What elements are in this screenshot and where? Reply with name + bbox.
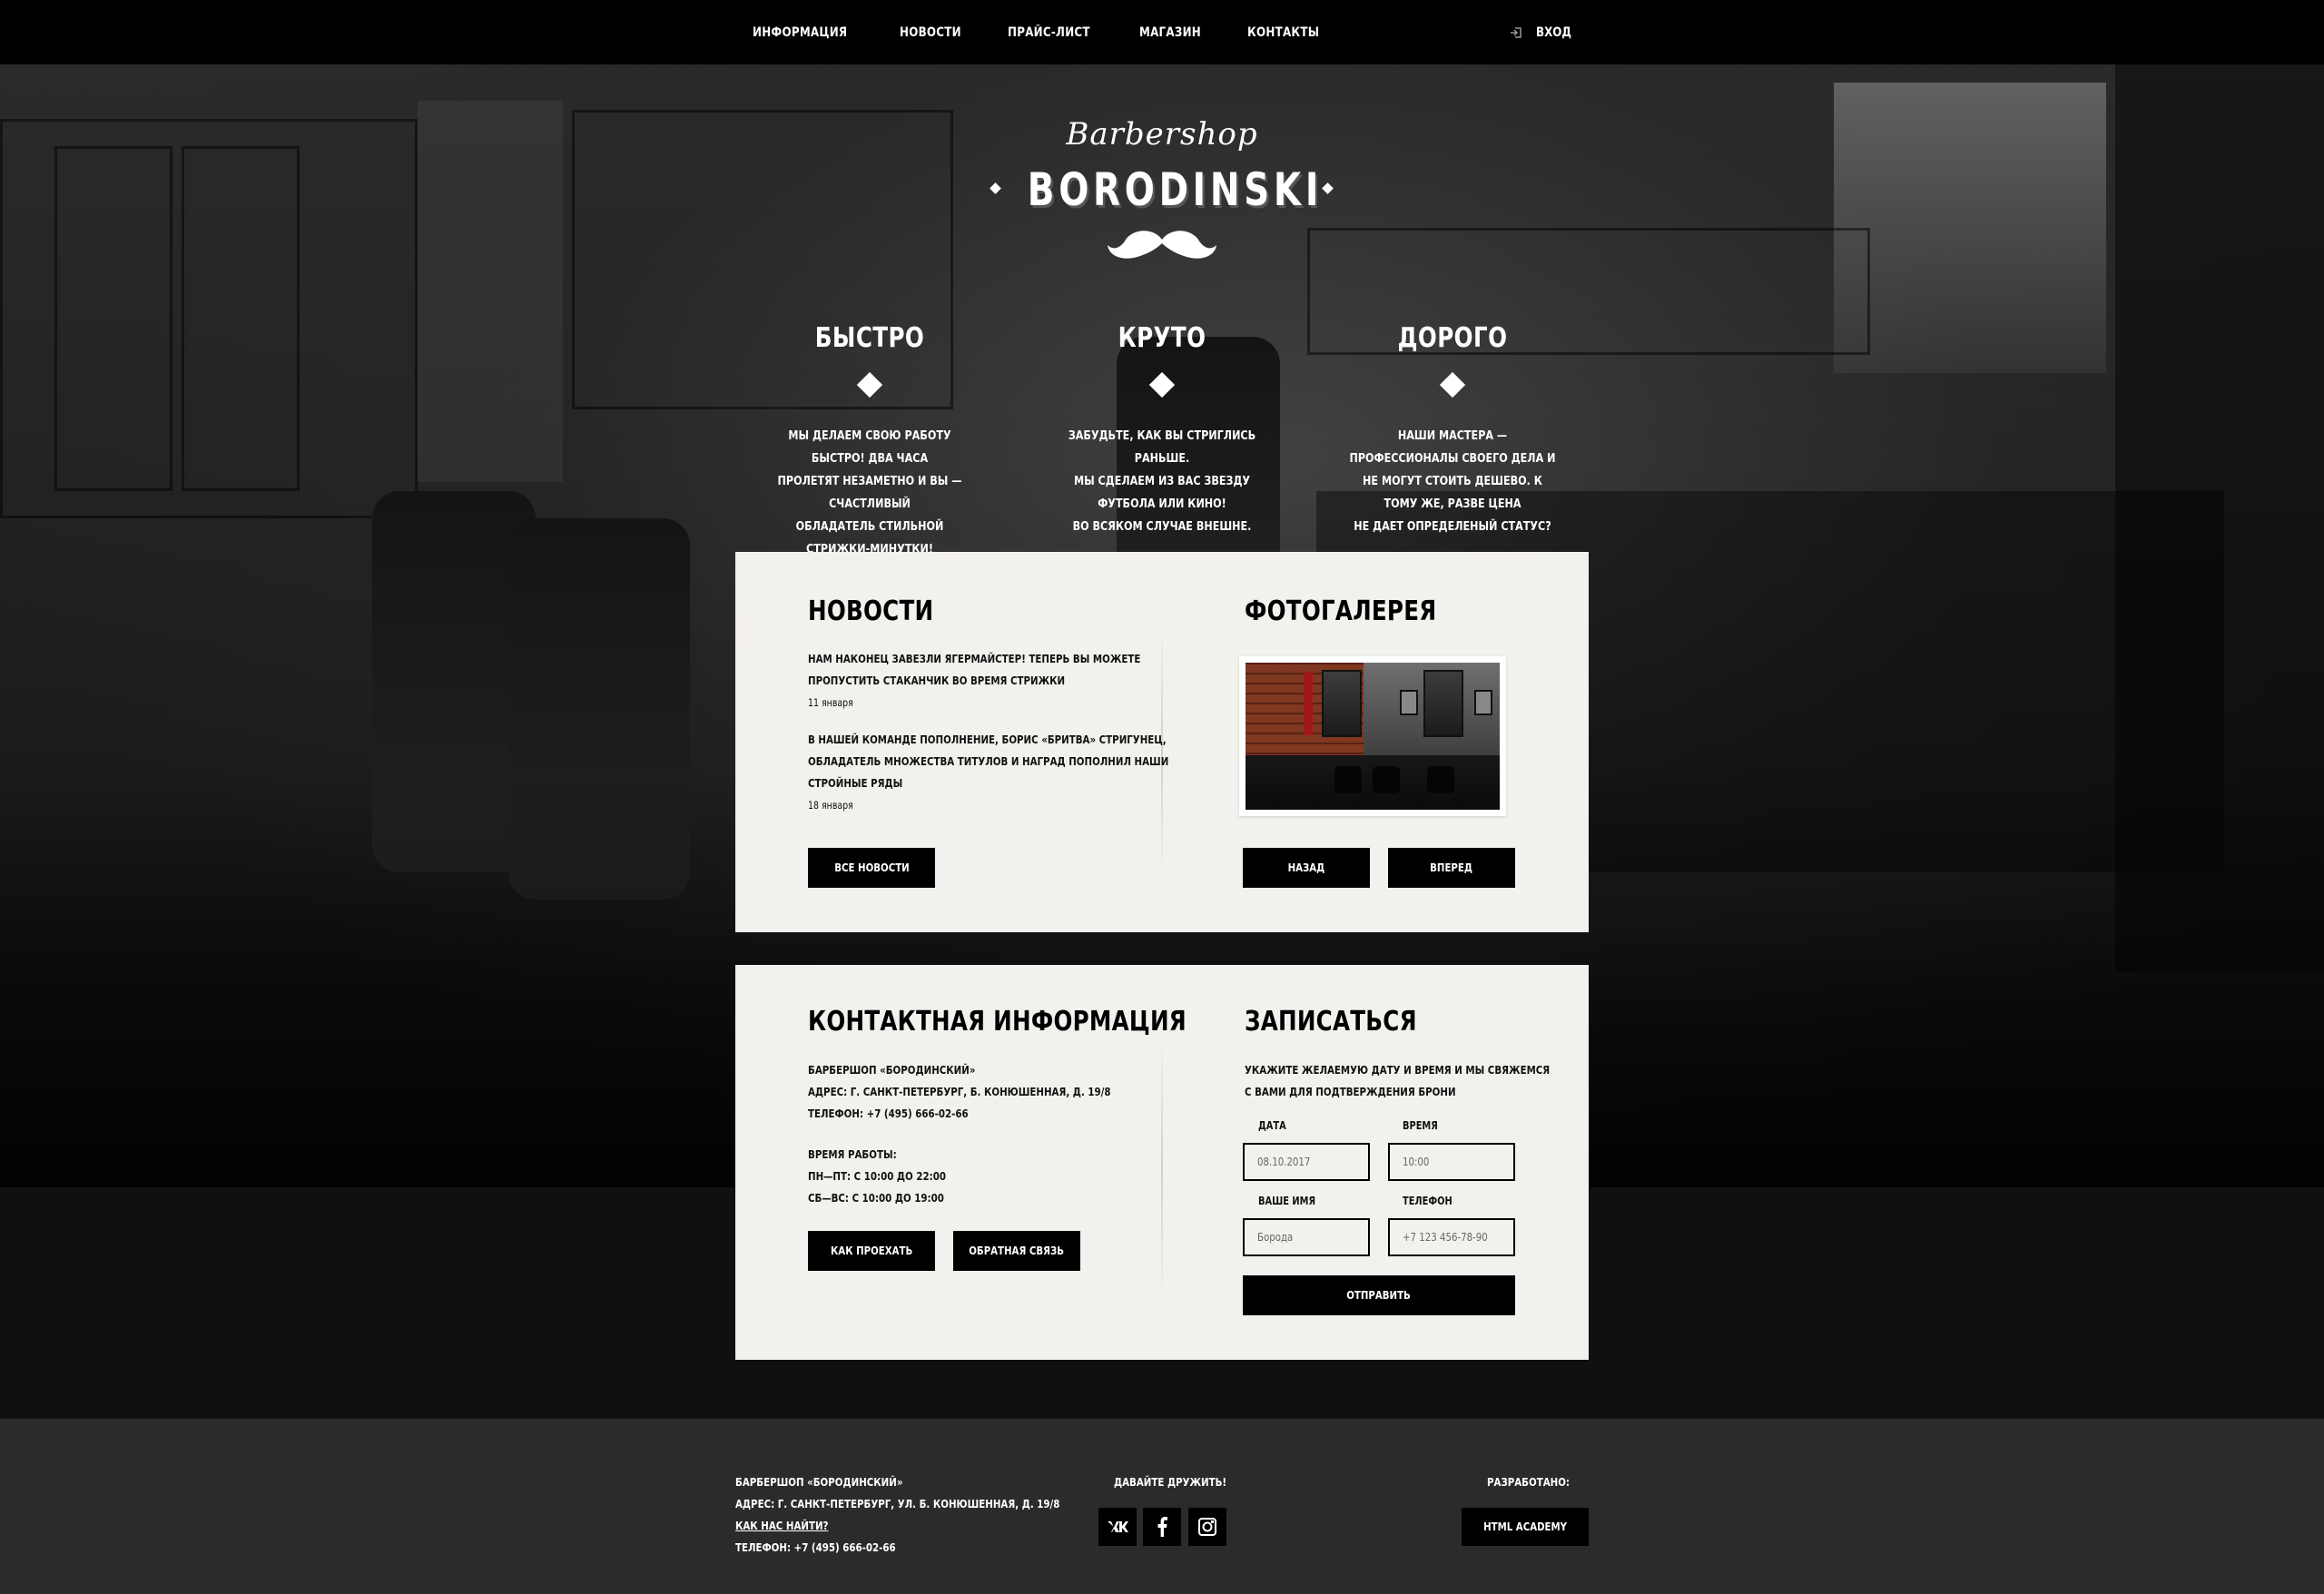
booking-title: ЗАПИСАТЬСЯ — [1245, 1006, 1417, 1038]
login-label: ВХОД — [1536, 25, 1571, 40]
instagram-icon[interactable] — [1188, 1508, 1226, 1546]
diamond-icon — [1439, 371, 1466, 398]
news-date: 11 января — [808, 696, 853, 709]
logo-dot-left — [990, 182, 1001, 194]
social-title: ДАВАЙТЕ ДРУЖИТЬ! — [1114, 1475, 1227, 1489]
find-us-link[interactable]: КАК НАС НАЙТИ? — [735, 1519, 828, 1532]
footer — [0, 1419, 2324, 1594]
nav-item-shop[interactable]: МАГАЗИН — [1139, 25, 1201, 40]
main-nav: ИНФОРМАЦИЯ НОВОСТИ ПРАЙС-ЛИСТ МАГАЗИН КО… — [753, 0, 1368, 64]
news-date: 18 января — [808, 799, 853, 812]
diamond-icon — [856, 371, 883, 398]
news-item[interactable]: В НАШЕЙ КОМАНДЕ ПОПОЛНЕНИЕ, БОРИС «БРИТВ… — [808, 729, 1168, 816]
feature-cool: КРУТО ЗАБУДЬТЕ, КАК ВЫ СТРИГЛИСЬ РАНЬШЕ.… — [1039, 322, 1285, 538]
vk-icon[interactable] — [1098, 1508, 1137, 1546]
logo-brand: BORODINSKI — [1027, 163, 1324, 216]
contacts-info: БАРБЕРШОП «БОРОДИНСКИЙ» АДРЕС: Г. САНКТ-… — [808, 1063, 1111, 1120]
time-label: ВРЕМЯ — [1403, 1119, 1438, 1132]
nav-item-pricelist[interactable]: ПРАЙС-ЛИСТ — [1008, 25, 1090, 40]
html-academy-button[interactable]: HTML ACADEMY — [1462, 1508, 1589, 1546]
feature-fast: БЫСТРО МЫ ДЕЛАЕМ СВОЮ РАБОТУ БЫСТРО! ДВА… — [747, 322, 992, 561]
login-icon — [1511, 26, 1521, 38]
site-logo[interactable]: Barbershop BORODINSKI — [990, 109, 1334, 272]
route-button[interactable]: КАК ПРОЕХАТЬ — [808, 1231, 935, 1271]
nav-item-contacts[interactable]: КОНТАКТЫ — [1247, 25, 1319, 40]
feature-title: ДОРОГО — [1397, 322, 1508, 354]
phone-field[interactable]: +7 123 456-78-90 — [1388, 1218, 1515, 1256]
news-gallery-card: НОВОСТИ НАМ НАКОНЕЦ ЗАВЕЗЛИ ЯГЕРМАЙСТЕР!… — [735, 552, 1589, 932]
contacts-title: КОНТАКТНАЯ ИНФОРМАЦИЯ — [808, 1006, 1187, 1038]
gallery-next-button[interactable]: ВПЕРЕД — [1388, 848, 1515, 888]
mustache-icon — [1108, 231, 1216, 259]
gallery-title: ФОТОГАЛЕРЕЯ — [1245, 595, 1437, 627]
booking-description: УКАЖИТЕ ЖЕЛАЕМУЮ ДАТУ И ВРЕМЯ И МЫ СВЯЖЕ… — [1245, 1063, 1551, 1098]
facebook-icon[interactable] — [1143, 1508, 1181, 1546]
name-field[interactable]: Борода — [1243, 1218, 1370, 1256]
name-label: ВАШЕ ИМЯ — [1258, 1195, 1316, 1207]
phone-label: ТЕЛЕФОН — [1403, 1195, 1452, 1207]
working-hours: ВРЕМЯ РАБОТЫ: ПН—ПТ: С 10:00 ДО 22:00 СБ… — [808, 1147, 946, 1205]
feature-text: НАШИ МАСТЕРА — ПРОФЕССИОНАЛЫ СВОЕГО ДЕЛА… — [1349, 429, 1556, 534]
news-title: НОВОСТИ — [808, 595, 934, 627]
all-news-button[interactable]: ВСЕ НОВОСТИ — [808, 848, 935, 888]
nav-item-info[interactable]: ИНФОРМАЦИЯ — [753, 25, 847, 40]
news-item[interactable]: НАМ НАКОНЕЦ ЗАВЕЗЛИ ЯГЕРМАЙСТЕР! ТЕПЕРЬ … — [808, 648, 1140, 713]
contacts-booking-card: КОНТАКТНАЯ ИНФОРМАЦИЯ БАРБЕРШОП «БОРОДИН… — [735, 965, 1589, 1360]
feature-text: ЗАБУДЬТЕ, КАК ВЫ СТРИГЛИСЬ РАНЬШЕ. МЫ СД… — [1068, 429, 1256, 534]
feature-text: МЫ ДЕЛАЕМ СВОЮ РАБОТУ БЫСТРО! ДВА ЧАСА П… — [777, 429, 962, 556]
barbershop-photo — [1246, 663, 1500, 810]
top-navbar: ИНФОРМАЦИЯ НОВОСТИ ПРАЙС-ЛИСТ МАГАЗИН КО… — [0, 0, 2324, 64]
gallery-prev-button[interactable]: НАЗАД — [1243, 848, 1370, 888]
feature-expensive: ДОРОГО НАШИ МАСТЕРА — ПРОФЕССИОНАЛЫ СВОЕ… — [1330, 322, 1575, 538]
feedback-button[interactable]: ОБРАТНАЯ СВЯЗЬ — [953, 1231, 1080, 1271]
time-field[interactable]: 10:00 — [1388, 1143, 1515, 1181]
submit-button[interactable]: ОТПРАВИТЬ — [1243, 1275, 1515, 1315]
card-divider — [1161, 1038, 1163, 1301]
nav-item-news[interactable]: НОВОСТИ — [900, 25, 961, 40]
feature-title: БЫСТРО — [814, 322, 925, 354]
gallery-photo[interactable] — [1239, 656, 1506, 816]
developed-by-label: РАЗРАБОТАНО: — [1487, 1475, 1571, 1489]
login-link[interactable]: ВХОД — [1509, 0, 1578, 64]
logo-script: Barbershop — [1066, 116, 1258, 153]
date-label: ДАТА — [1258, 1119, 1286, 1132]
date-field[interactable]: 08.10.2017 — [1243, 1143, 1370, 1181]
logo-dot-right — [1322, 182, 1334, 194]
feature-title: КРУТО — [1118, 322, 1206, 354]
footer-contacts: БАРБЕРШОП «БОРОДИНСКИЙ» АДРЕС: Г. САНКТ-… — [735, 1475, 1060, 1554]
diamond-icon — [1148, 371, 1176, 398]
